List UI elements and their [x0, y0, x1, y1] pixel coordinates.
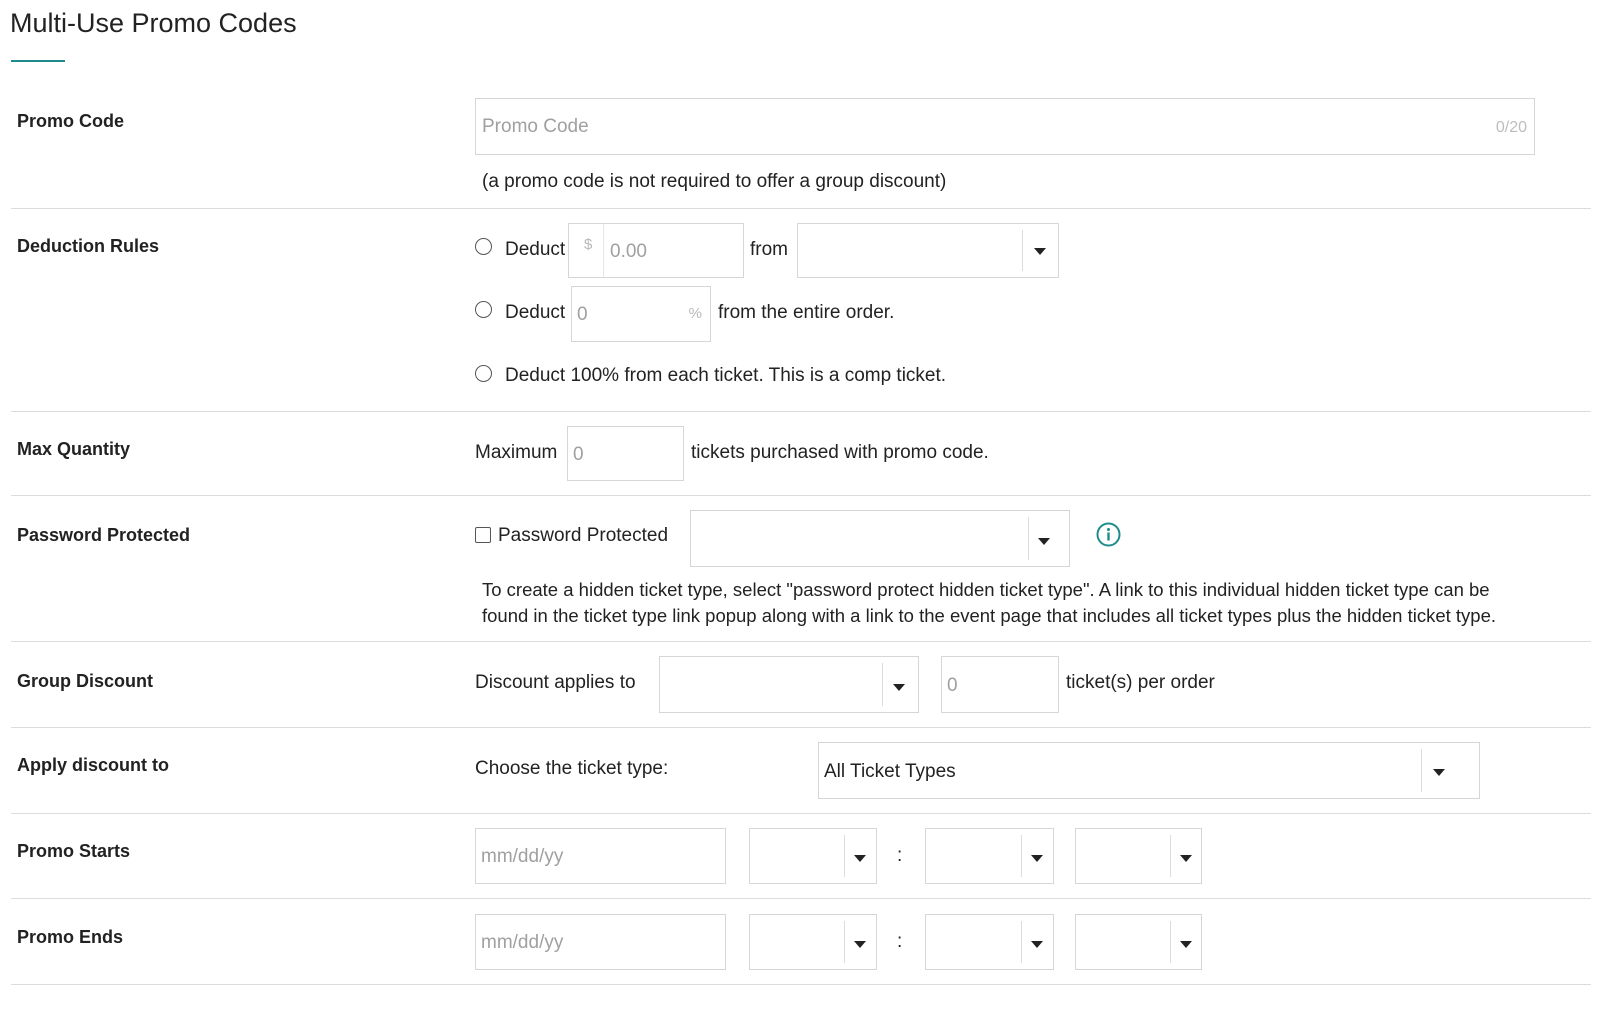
password-help-line2: found in the ticket type link popup alon… — [482, 605, 1496, 627]
deduct-comp-label: Deduct 100% from each ticket. This is a … — [505, 365, 946, 387]
max-quantity-label: Max Quantity — [17, 439, 130, 460]
group-discount-prefix: Discount applies to — [475, 672, 636, 694]
chevron-down-icon — [893, 684, 905, 691]
promo-ends-date-placeholder: mm/dd/yy — [481, 932, 563, 954]
promo-starts-ampm-select[interactable] — [1075, 828, 1202, 884]
chevron-down-icon — [1034, 248, 1046, 255]
title-underline — [11, 60, 65, 62]
promo-starts-time-sep: : — [897, 845, 902, 867]
deduct-percent-label: Deduct — [505, 302, 565, 324]
chevron-down-icon — [1031, 941, 1043, 948]
group-discount-quantity-placeholder: 0 — [947, 675, 958, 697]
promo-code-input[interactable]: Promo Code 0/20 — [475, 98, 1535, 155]
max-quantity-placeholder: 0 — [573, 444, 584, 466]
currency-symbol: $ — [584, 236, 592, 253]
deduct-percent-input[interactable]: 0 % — [571, 286, 711, 342]
ticket-type-select[interactable]: All Ticket Types — [818, 742, 1480, 799]
deduction-rules-label: Deduction Rules — [17, 236, 159, 257]
divider — [11, 495, 1591, 496]
password-help-line1: To create a hidden ticket type, select "… — [482, 579, 1490, 601]
ticket-type-selected-value: All Ticket Types — [824, 761, 956, 783]
deduct-percent-placeholder: 0 — [577, 304, 588, 326]
chevron-down-icon — [854, 941, 866, 948]
group-discount-quantity-input[interactable]: 0 — [941, 656, 1059, 713]
divider — [11, 641, 1591, 642]
password-protected-label: Password Protected — [17, 525, 190, 546]
deduct-amount-input[interactable]: $ 0.00 — [568, 223, 744, 278]
promo-ends-hour-select[interactable] — [749, 914, 877, 970]
divider — [11, 984, 1591, 985]
from-text: from — [750, 239, 788, 261]
page-title: Multi-Use Promo Codes — [10, 8, 297, 39]
promo-code-placeholder: Promo Code — [482, 116, 589, 138]
promo-ends-time-sep: : — [897, 931, 902, 953]
max-quantity-prefix: Maximum — [475, 442, 557, 464]
info-icon[interactable] — [1096, 522, 1121, 547]
divider — [11, 727, 1591, 728]
deduct-from-select[interactable] — [797, 223, 1059, 278]
promo-code-hint: (a promo code is not required to offer a… — [482, 171, 946, 193]
chevron-down-icon — [1180, 941, 1192, 948]
apply-discount-prompt: Choose the ticket type: — [475, 758, 668, 780]
password-protected-checkbox-label: Password Protected — [498, 525, 668, 547]
promo-ends-label: Promo Ends — [17, 927, 123, 948]
promo-ends-ampm-select[interactable] — [1075, 914, 1202, 970]
divider — [11, 208, 1591, 209]
divider — [11, 898, 1591, 899]
password-select[interactable] — [690, 510, 1070, 567]
max-quantity-suffix: tickets purchased with promo code. — [691, 442, 989, 464]
chevron-down-icon — [854, 855, 866, 862]
promo-starts-hour-select[interactable] — [749, 828, 877, 884]
promo-starts-label: Promo Starts — [17, 841, 130, 862]
promo-ends-minute-select[interactable] — [925, 914, 1054, 970]
divider — [11, 813, 1591, 814]
password-protected-checkbox[interactable] — [475, 527, 491, 543]
apply-discount-label: Apply discount to — [17, 755, 169, 776]
group-discount-suffix: ticket(s) per order — [1066, 672, 1215, 694]
deduct-amount-label: Deduct — [505, 239, 565, 261]
deduct-percent-radio[interactable] — [475, 301, 492, 318]
chevron-down-icon — [1031, 855, 1043, 862]
promo-code-counter: 0/20 — [1496, 119, 1527, 137]
deduct-comp-radio[interactable] — [475, 365, 492, 382]
deduct-amount-placeholder: 0.00 — [610, 241, 647, 263]
promo-starts-date-input[interactable]: mm/dd/yy — [475, 828, 726, 884]
chevron-down-icon — [1038, 538, 1050, 545]
percent-symbol: % — [689, 305, 702, 322]
divider — [11, 411, 1591, 412]
promo-ends-date-input[interactable]: mm/dd/yy — [475, 914, 726, 970]
deduct-amount-radio[interactable] — [475, 238, 492, 255]
deduct-percent-suffix: from the entire order. — [718, 302, 894, 324]
chevron-down-icon — [1433, 769, 1445, 776]
max-quantity-input[interactable]: 0 — [567, 426, 684, 481]
promo-starts-minute-select[interactable] — [925, 828, 1054, 884]
chevron-down-icon — [1180, 855, 1192, 862]
group-discount-select[interactable] — [659, 656, 919, 713]
promo-starts-date-placeholder: mm/dd/yy — [481, 846, 563, 868]
group-discount-label: Group Discount — [17, 671, 153, 692]
promo-code-label: Promo Code — [17, 111, 124, 132]
